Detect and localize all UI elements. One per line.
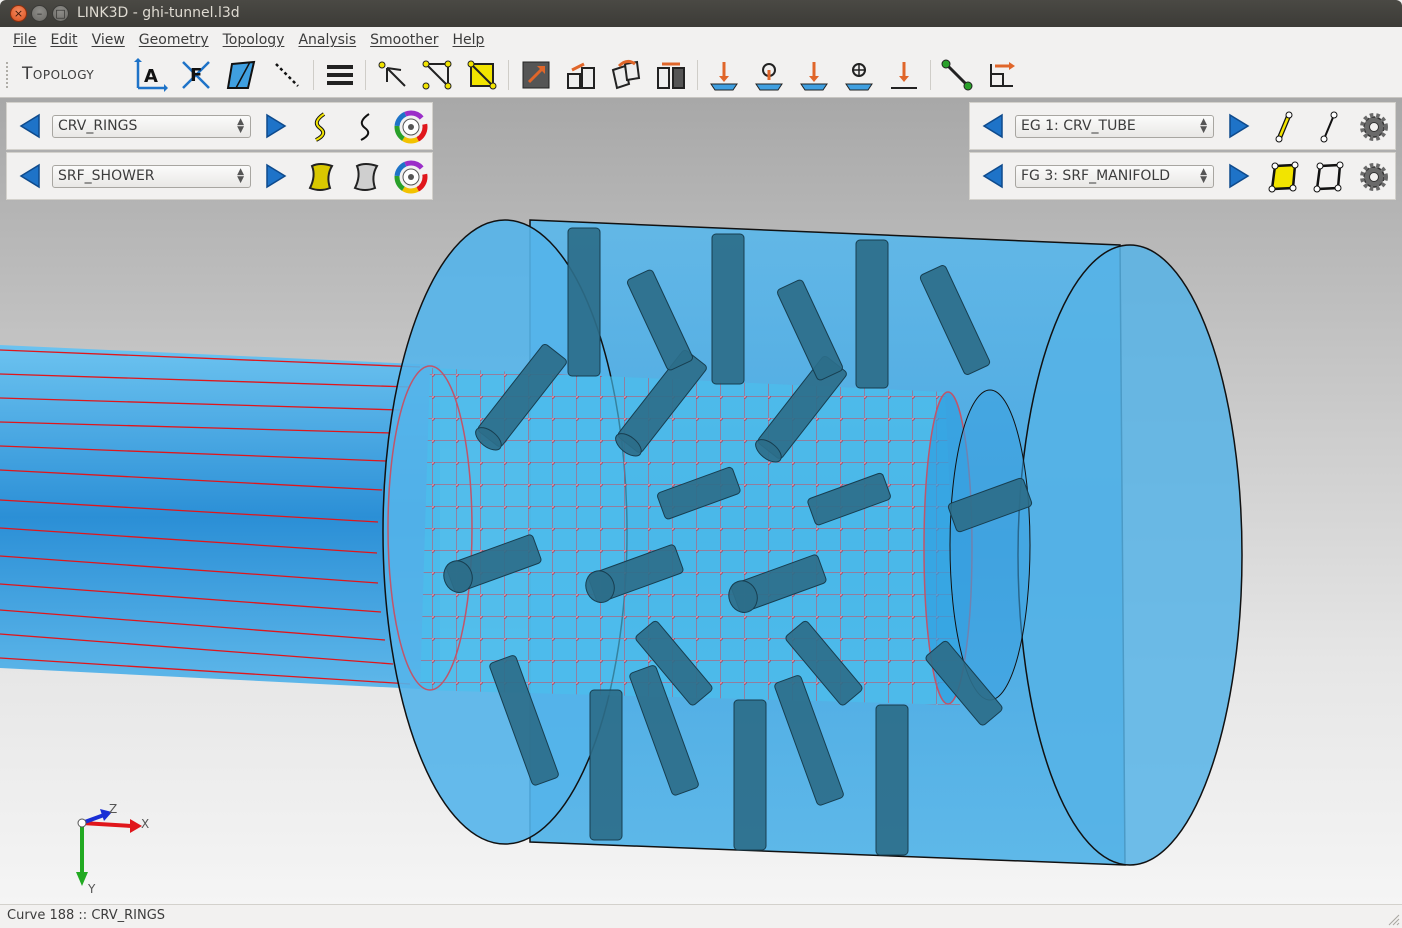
geometry-scene[interactable]: X Y Z <box>0 98 1402 904</box>
previous-face-group-button[interactable] <box>978 161 1008 191</box>
face-highlight-icon[interactable] <box>1267 160 1301 194</box>
axis-z-label: Z <box>109 802 117 816</box>
next-curve-button[interactable] <box>261 111 291 141</box>
chevron-up-down-icon: ▲ ▼ <box>237 117 244 135</box>
inlet-pipe[interactable] <box>0 345 440 690</box>
select-arrow-icon[interactable] <box>375 58 409 92</box>
previous-curve-button[interactable] <box>15 111 45 141</box>
menu-file[interactable]: File <box>6 32 43 48</box>
svg-text:A: A <box>144 66 158 87</box>
toolbar-label: Topology <box>22 64 95 84</box>
chevron-up-down-icon: ▲ ▼ <box>237 167 244 185</box>
link-edge-icon[interactable] <box>940 58 974 92</box>
block-extrude-icon[interactable] <box>564 58 598 92</box>
curve-select-value: CRV_RINGS <box>58 118 138 134</box>
surface-selector-panel: SRF_SHOWER ▲ ▼ <box>6 152 433 200</box>
menu-geometry[interactable]: Geometry <box>132 32 216 48</box>
title-bar: × – □ LINK3D - ghi-tunnel.l3d <box>0 0 1402 27</box>
face-group-settings-gear-icon[interactable] <box>1357 160 1391 194</box>
menu-analysis[interactable]: Analysis <box>291 32 363 48</box>
curve-selector-panel: CRV_RINGS ▲ ▼ <box>6 102 433 150</box>
edge-group-panel: EG 1: CRV_TUBE ▲ ▼ <box>969 102 1396 150</box>
project-vertex-icon[interactable] <box>707 58 741 92</box>
menu-edit[interactable]: Edit <box>43 32 84 48</box>
face-icon[interactable] <box>1312 160 1346 194</box>
3d-viewport[interactable]: X Y Z CRV_RINGS ▲ ▼ SRF_SHOWER ▲ ▼ EG 1:… <box>0 98 1402 904</box>
edge-dashed-icon[interactable] <box>270 58 304 92</box>
menu-view[interactable]: View <box>85 32 132 48</box>
app-window: × – □ LINK3D - ghi-tunnel.l3d File Edit … <box>0 0 1402 928</box>
curve-color-wheel-icon[interactable] <box>394 110 428 144</box>
surface-highlight-icon[interactable] <box>304 160 338 194</box>
edge-icon[interactable] <box>1312 110 1346 144</box>
surface-icon[interactable] <box>349 160 383 194</box>
face-group-select-value: FG 3: SRF_MANIFOLD <box>1021 168 1171 184</box>
project-block-icon[interactable] <box>842 58 876 92</box>
list-icon[interactable] <box>323 58 357 92</box>
face-split-icon[interactable] <box>224 58 258 92</box>
chevron-up-down-icon: ▲ ▼ <box>1200 117 1207 135</box>
tube-outlet-face[interactable] <box>1017 244 1243 866</box>
menu-bar: File Edit View Geometry Topology Analysi… <box>0 27 1402 52</box>
status-bar: Curve 188 :: CRV_RINGS <box>0 904 1402 928</box>
face-group-select[interactable]: FG 3: SRF_MANIFOLD ▲ ▼ <box>1015 165 1214 188</box>
close-window-button[interactable]: × <box>10 5 27 22</box>
chevron-up-down-icon: ▲ ▼ <box>1200 167 1207 185</box>
menu-help[interactable]: Help <box>446 32 492 48</box>
edge-highlight-icon[interactable] <box>1267 110 1301 144</box>
select-faces-icon[interactable] <box>465 58 499 92</box>
topology-toolbar: Topology A F <box>0 52 1402 98</box>
block-rotate-icon[interactable] <box>609 58 643 92</box>
toolbar-separator <box>697 60 698 90</box>
toolbar-separator <box>313 60 314 90</box>
maximize-icon: □ <box>55 7 66 20</box>
project-point-icon[interactable] <box>887 58 921 92</box>
axis-y-label: Y <box>87 882 96 896</box>
menu-smoother[interactable]: Smoother <box>363 32 445 48</box>
surface-select[interactable]: SRF_SHOWER ▲ ▼ <box>52 165 251 188</box>
block-mirror-icon[interactable] <box>654 58 688 92</box>
auto-topology-icon[interactable]: A <box>134 58 168 92</box>
axis-triad: X Y Z <box>76 802 149 896</box>
toolbar-separator <box>508 60 509 90</box>
toolbar-separator <box>930 60 931 90</box>
next-face-group-button[interactable] <box>1224 161 1254 191</box>
edge-group-select[interactable]: EG 1: CRV_TUBE ▲ ▼ <box>1015 115 1214 138</box>
curve-select[interactable]: CRV_RINGS ▲ ▼ <box>52 115 251 138</box>
surface-select-value: SRF_SHOWER <box>58 168 155 184</box>
svg-text:F: F <box>190 65 202 86</box>
toolbar-separator <box>365 60 366 90</box>
previous-surface-button[interactable] <box>15 161 45 191</box>
toolbar-grip[interactable] <box>6 62 10 88</box>
window-title: LINK3D - ghi-tunnel.l3d <box>77 5 240 21</box>
maximize-window-button[interactable]: □ <box>52 5 69 22</box>
curve-icon[interactable] <box>349 110 383 144</box>
status-text: Curve 188 :: CRV_RINGS <box>7 908 166 923</box>
align-axes-icon[interactable] <box>985 58 1019 92</box>
face-group-panel: FG 3: SRF_MANIFOLD ▲ ▼ <box>969 152 1396 200</box>
edge-group-select-value: EG 1: CRV_TUBE <box>1021 118 1136 134</box>
resize-grip-icon[interactable] <box>1386 912 1400 926</box>
previous-edge-group-button[interactable] <box>978 111 1008 141</box>
minimize-icon: – <box>36 7 43 20</box>
next-edge-group-button[interactable] <box>1224 111 1254 141</box>
project-edge-icon[interactable] <box>752 58 786 92</box>
face-topology-icon[interactable]: F <box>179 58 213 92</box>
axis-x-label: X <box>141 817 149 831</box>
surface-color-wheel-icon[interactable] <box>394 160 428 194</box>
close-icon: × <box>13 7 24 20</box>
project-face-icon[interactable] <box>797 58 831 92</box>
menu-topology[interactable]: Topology <box>216 32 292 48</box>
curve-highlight-icon[interactable] <box>304 110 338 144</box>
minimize-window-button[interactable]: – <box>31 5 48 22</box>
block-create-icon[interactable] <box>519 58 553 92</box>
edge-group-settings-gear-icon[interactable] <box>1357 110 1391 144</box>
next-surface-button[interactable] <box>261 161 291 191</box>
select-vertices-icon[interactable] <box>420 58 454 92</box>
